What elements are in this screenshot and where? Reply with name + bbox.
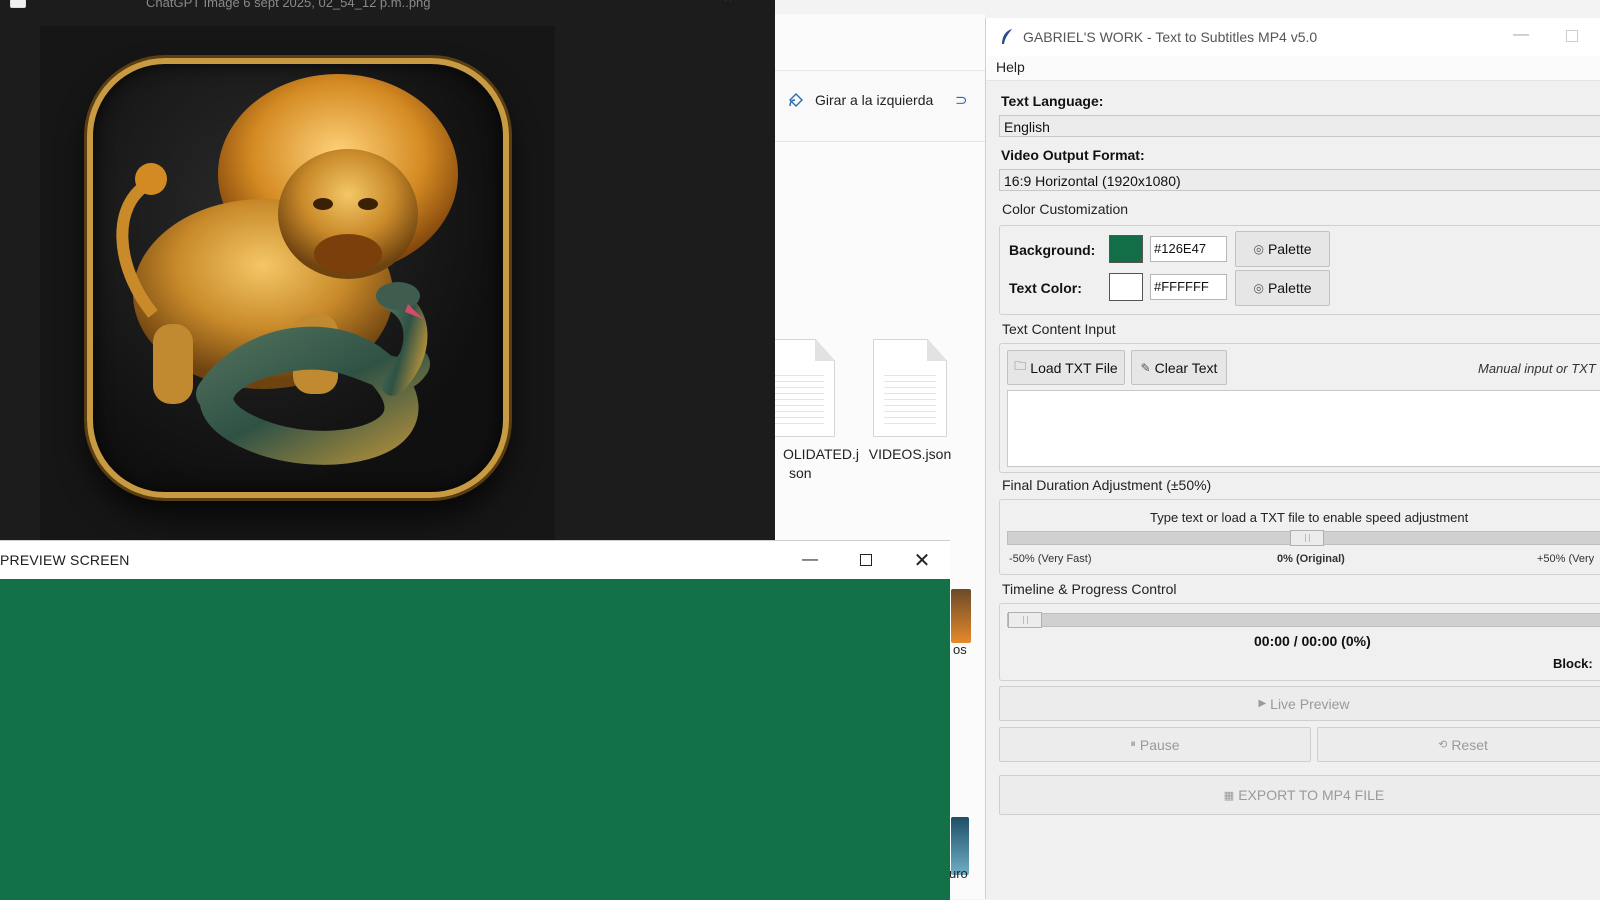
live-preview-button[interactable]: ▶ Live Preview — [999, 686, 1600, 721]
file-name-line2: son — [789, 465, 812, 481]
toolbar-partial-icon[interactable]: ⊃ — [955, 91, 968, 109]
text-input-group-title: Text Content Input — [1002, 321, 1116, 337]
viewer-titlebar: ChatGPT Image 6 sept 2025, 02_54_12 p.m.… — [0, 0, 775, 12]
text-color-label: Text Color: — [1009, 280, 1082, 296]
background-label: Background: — [1009, 242, 1096, 258]
app-title: GABRIEL'S WORK - Text to Subtitles MP4 v… — [1023, 29, 1318, 45]
partial-file-label: uro — [949, 866, 968, 881]
preview-canvas — [0, 579, 950, 900]
text-language-select[interactable]: English — [999, 115, 1600, 137]
document-icon — [775, 339, 835, 437]
export-icon: ▦ — [1223, 789, 1235, 802]
block-label: Block: — [1553, 656, 1593, 671]
text-color-swatch[interactable] — [1109, 273, 1143, 301]
video-thumbnail[interactable] — [951, 589, 971, 643]
manual-input-hint: Manual input or TXT — [1478, 361, 1596, 376]
viewer-app-icon — [10, 0, 26, 8]
menu-help[interactable]: Help — [996, 59, 1025, 75]
app-maximize-icon[interactable] — [1566, 30, 1578, 42]
minimize-icon[interactable]: — — [787, 541, 833, 579]
live-preview-label: Live Preview — [1270, 695, 1350, 712]
pause-button[interactable]: ⏸ Pause — [999, 727, 1311, 762]
palette-icon: ◎ — [1253, 281, 1264, 295]
viewer-title: ChatGPT Image 6 sept 2025, 02_54_12 p.m.… — [146, 0, 431, 10]
preview-title: PREVIEW SCREEN — [0, 552, 130, 568]
text-color-palette-button[interactable]: ◎ Palette — [1235, 270, 1330, 306]
video-format-select[interactable]: 16:9 Horizontal (1920x1080) — [999, 169, 1600, 191]
duration-hint: Type text or load a TXT file to enable s… — [1150, 510, 1469, 525]
timeline-group-title: Timeline & Progress Control — [1002, 581, 1177, 597]
speed-min-label: -50% (Very Fast) — [1009, 553, 1092, 565]
background-hex-input[interactable]: #126E47 — [1150, 236, 1227, 262]
export-mp4-button[interactable]: ▦ EXPORT TO MP4 FILE — [999, 775, 1600, 815]
explorer-toolbar: Girar a la izquierda ⊃ — [775, 70, 985, 142]
timeline-slider-thumb[interactable] — [1008, 612, 1042, 628]
load-txt-label: Load TXT File — [1030, 359, 1118, 376]
reset-button[interactable]: ⟲ Reset — [1317, 727, 1600, 762]
feather-icon — [1002, 29, 1012, 44]
palette-icon: ◎ — [1253, 242, 1264, 256]
load-txt-button[interactable]: 🗀 Load TXT File — [1007, 350, 1125, 385]
app-titlebar: GABRIEL'S WORK - Text to Subtitles MP4 v… — [986, 18, 1600, 56]
text-language-label: Text Language: — [1001, 93, 1104, 109]
play-icon: ▶ — [1258, 698, 1267, 709]
reset-label: Reset — [1451, 736, 1488, 753]
palette-label: Palette — [1267, 241, 1312, 257]
speed-mid-label: 0% (Original) — [1277, 553, 1345, 565]
partial-file-label: os — [953, 642, 967, 657]
speed-max-label: +50% (Very — [1537, 553, 1595, 565]
speed-slider-thumb[interactable] — [1290, 530, 1324, 546]
folder-icon: 🗀 — [1014, 359, 1027, 373]
pause-icon: ⏸ — [1130, 738, 1136, 750]
subtitles-app-window: GABRIEL'S WORK - Text to Subtitles MP4 v… — [985, 18, 1600, 899]
file-item[interactable]: VIDEOS.json — [855, 339, 965, 464]
clear-text-label: Clear Text — [1154, 359, 1218, 376]
brush-icon: ✎ — [1140, 360, 1151, 375]
lion-snake-artwork — [87, 58, 509, 498]
lion-icon — [116, 74, 458, 465]
text-content-textarea[interactable] — [1007, 390, 1600, 467]
time-readout: 00:00 / 00:00 (0%) — [1254, 633, 1371, 649]
rotate-left-label: Girar a la izquierda — [815, 92, 934, 108]
reset-icon: ⟲ — [1438, 739, 1448, 751]
rotate-left-button[interactable]: Girar a la izquierda — [787, 91, 933, 109]
palette-label: Palette — [1267, 280, 1312, 296]
app-minimize-icon[interactable]: — — [1513, 26, 1529, 44]
preview-titlebar: PREVIEW SCREEN — ✕ — [0, 541, 950, 580]
viewer-image-canvas — [40, 26, 555, 540]
maximize-icon[interactable] — [843, 541, 889, 579]
document-icon — [873, 339, 947, 437]
timeline-slider-track[interactable] — [1007, 613, 1600, 627]
background-swatch[interactable] — [1109, 235, 1143, 263]
background-palette-button[interactable]: ◎ Palette — [1235, 231, 1330, 267]
close-icon[interactable]: ✕ — [899, 541, 945, 579]
preview-window: PREVIEW SCREEN — ✕ — [0, 540, 950, 900]
text-color-hex-input[interactable]: #FFFFFF — [1150, 274, 1227, 300]
clear-text-button[interactable]: ✎ Clear Text — [1131, 350, 1227, 385]
duration-group-title: Final Duration Adjustment (±50%) — [1002, 477, 1212, 493]
menu-bar: Help — [986, 56, 1600, 81]
file-item[interactable]: OLIDATED.j son — [775, 339, 859, 483]
image-viewer-window: ChatGPT Image 6 sept 2025, 02_54_12 p.m.… — [0, 0, 775, 540]
video-format-label: Video Output Format: — [1001, 147, 1145, 163]
pause-label: Pause — [1139, 736, 1180, 753]
rotate-left-icon — [789, 93, 803, 107]
color-group-title: Color Customization — [1002, 201, 1129, 217]
file-name: VIDEOS.json — [868, 446, 952, 462]
file-name: OLIDATED.j — [783, 446, 859, 462]
export-label: EXPORT TO MP4 FILE — [1238, 787, 1385, 803]
